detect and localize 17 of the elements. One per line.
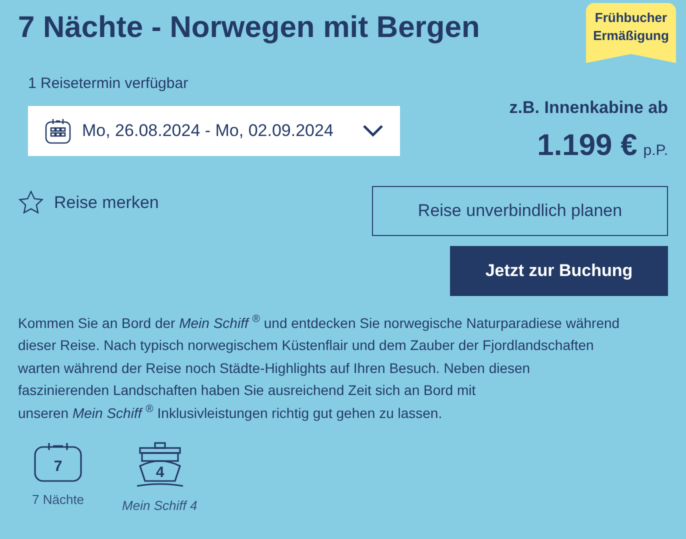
description: Kommen Sie an Bord der Mein Schiff $^{®}$ und entdecken Sie norwegische Naturparadiese während dieser Reise. Nach typisch norwegischem Küstenflair und dem Zauber der Fjordlandschaften warten während der Reise noch Städte-Highlights auf Ihren Besuch. Neben diesen faszinierenden Landschaften haben Sie ausreichend Zeit sich an Bord mit unseren Mein Schiff $^{®}$ Inklusivleistungen richtig gut gehen zu lassen.: [18, 312, 621, 423]
chevron-down-icon: [362, 124, 384, 138]
price: 1.199 €: [537, 128, 638, 164]
date-select[interactable]: Mo, 26.08.2024 - Mo, 02.09.2024: [28, 106, 400, 156]
availability-text: 1 Reisetermin verfügbar: [28, 74, 190, 94]
discount-badge: Frühbucher Ermäßigung: [586, 3, 676, 63]
calendar-icon: [44, 116, 72, 144]
bookmark-link[interactable]: Reise merken: [18, 188, 159, 218]
plan-button[interactable]: Reise unverbindlich planen: [372, 186, 668, 236]
page-title: 7 Nächte - Norwegen mit Bergen: [18, 10, 480, 46]
price-unit: p.P.: [643, 140, 668, 160]
price-label: z.B. Innenkabine ab: [509, 97, 668, 119]
ship-name: Mein Schiff 4: [122, 497, 198, 515]
booking-button[interactable]: Jetzt zur Buchung: [450, 246, 668, 296]
date-range: Mo, 26.08.2024 - Mo, 02.09.2024: [82, 120, 334, 142]
star-icon: [18, 190, 44, 215]
nights-label: 7 Nächte: [32, 491, 84, 509]
